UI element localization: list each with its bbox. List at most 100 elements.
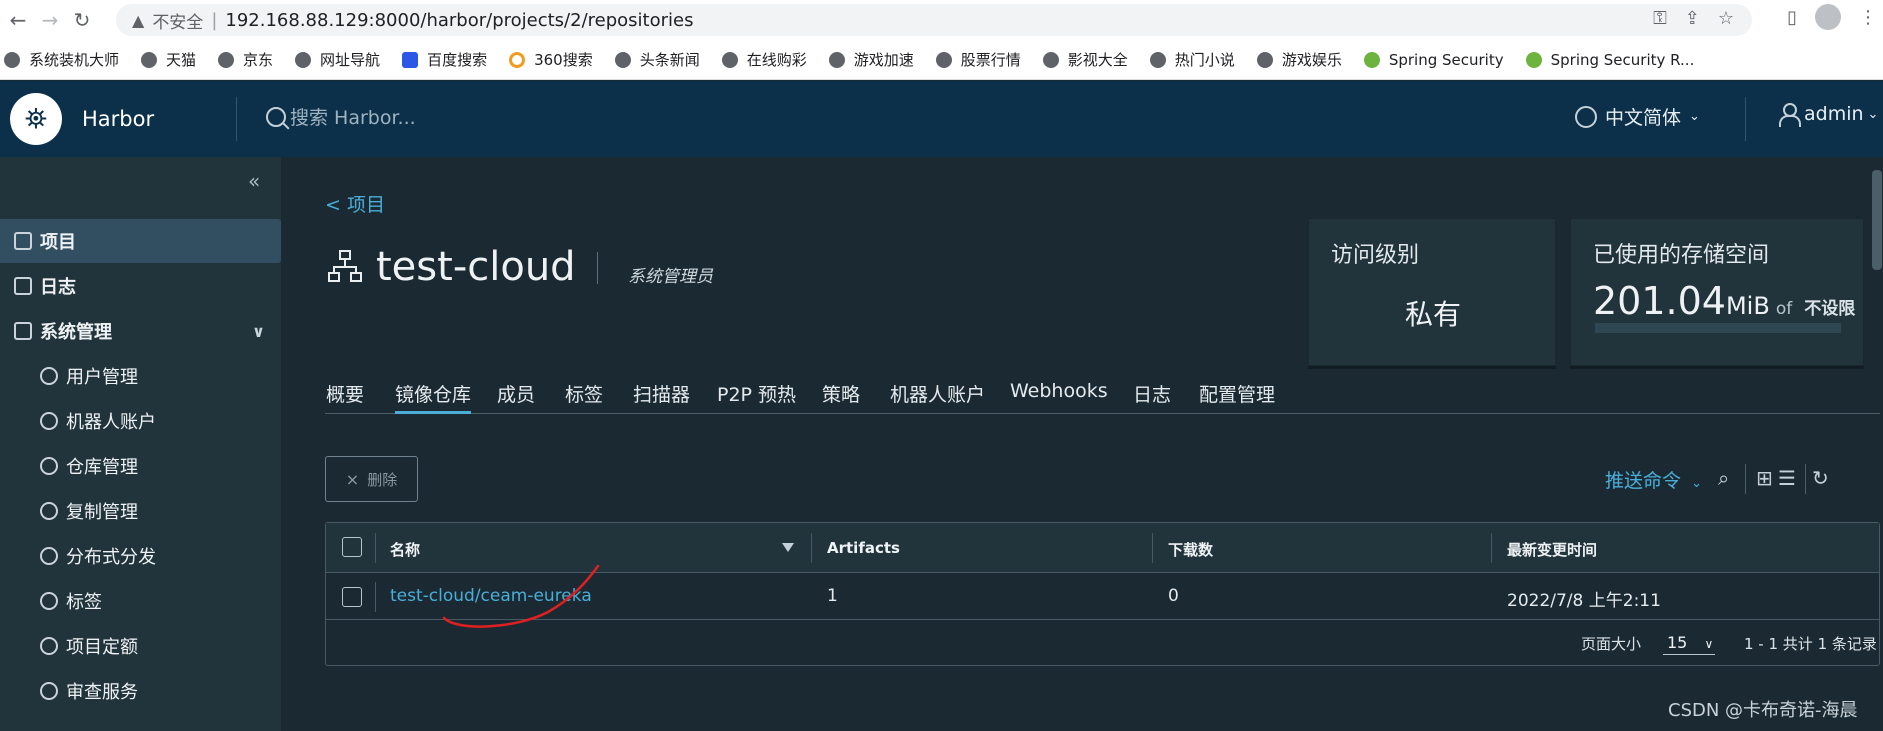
chevron-down-icon: ⌄ <box>1691 476 1702 491</box>
back-to-projects-link[interactable]: < 项目 <box>325 190 385 217</box>
column-name[interactable]: 名称 <box>390 539 420 560</box>
bookmark-item[interactable]: 头条新闻 <box>614 49 700 70</box>
tab-summary[interactable]: 概要 <box>326 380 364 414</box>
key-icon[interactable]: ⚿ <box>1653 8 1667 29</box>
refresh-icon[interactable]: ↻ <box>1812 466 1829 490</box>
bookmark-item[interactable]: 在线购彩 <box>721 49 807 70</box>
sidebar-item-replications[interactable]: 复制管理 <box>0 489 281 533</box>
sidebar-item-logs[interactable]: 日志 <box>0 264 281 308</box>
sidebar-item-labels[interactable]: 标签 <box>0 579 281 623</box>
bookmark-item[interactable]: 游戏加速 <box>828 49 914 70</box>
user-icon <box>1778 103 1801 127</box>
reload-icon[interactable]: ↻ <box>68 6 96 34</box>
share-icon <box>40 547 58 565</box>
project-tabs: 概要 镜像仓库 成员 标签 扫描器 P2P 预热 策略 机器人账户 Webhoo… <box>325 374 1880 414</box>
column-updated[interactable]: 最新变更时间 <box>1507 539 1597 560</box>
storage-card: 已使用的存储空间 201.04MiB of 不设限 <box>1570 218 1864 366</box>
access-level-label: 访问级别 <box>1331 243 1420 268</box>
project-title: test-cloud <box>376 244 576 290</box>
bookmark-item[interactable]: 游戏娱乐 <box>1256 49 1342 70</box>
tab-members[interactable]: 成员 <box>497 380 535 414</box>
sidebar-item-users[interactable]: 用户管理 <box>0 354 281 398</box>
column-divider <box>375 533 376 563</box>
user-menu[interactable]: admin ⌄ <box>1778 103 1879 127</box>
access-level-value: 私有 <box>1405 298 1462 331</box>
star-icon[interactable]: ☆ <box>1718 8 1734 29</box>
bookmark-item[interactable]: 360搜索 <box>509 49 593 70</box>
harbor-logo-icon[interactable]: ⛯ <box>10 93 62 145</box>
search-input[interactable]: 搜索 Harbor... <box>290 103 416 130</box>
global-search[interactable]: 搜索 Harbor... <box>266 103 416 130</box>
sidebar-item-robot-accounts[interactable]: 机器人账户 <box>0 399 281 443</box>
address-bar[interactable]: ▲ 不安全 | 192.168.88.129:8000/harbor/proje… <box>116 4 1752 36</box>
sidebar-item-project-quotas[interactable]: 项目定额 <box>0 624 281 668</box>
sidebar-item-registries[interactable]: 仓库管理 <box>0 444 281 488</box>
tab-labels[interactable]: 标签 <box>565 380 603 414</box>
column-downloads[interactable]: 下载数 <box>1168 539 1213 560</box>
bookmark-item[interactable]: 系统装机大师 <box>4 49 119 70</box>
globe-icon <box>828 51 845 68</box>
users-icon <box>40 367 58 385</box>
tab-policy[interactable]: 策略 <box>822 380 860 414</box>
spring-icon <box>1363 51 1380 68</box>
globe-icon <box>141 51 158 68</box>
page-size-label: 页面大小 <box>1581 635 1642 653</box>
bookmark-item[interactable]: Spring Security <box>1363 51 1504 69</box>
sidebar-item-projects[interactable]: 项目 <box>0 219 281 263</box>
bookmark-item[interactable]: 百度搜索 <box>402 49 487 70</box>
shield-icon <box>40 682 58 700</box>
language-selector[interactable]: 中文简体 ⌄ <box>1575 103 1700 130</box>
tab-p2p-preheat[interactable]: P2P 预热 <box>717 380 796 414</box>
globe-icon <box>721 51 738 68</box>
tab-scanner[interactable]: 扫描器 <box>633 380 690 414</box>
page-scrollbar[interactable] <box>1872 170 1882 270</box>
chevron-down-icon: ⌄ <box>1867 106 1879 122</box>
chevron-down-icon: ⌄ <box>1689 109 1700 124</box>
registry-icon <box>40 457 58 475</box>
download-count: 0 <box>1168 586 1179 606</box>
chevron-down-icon: ∨ <box>252 321 265 341</box>
push-command-dropdown[interactable]: 推送命令 ⌄ <box>1605 466 1702 493</box>
bookmark-item[interactable]: Spring Security R... <box>1525 51 1694 69</box>
language-label: 中文简体 <box>1605 107 1682 129</box>
select-all-checkbox[interactable] <box>342 537 362 557</box>
share-icon[interactable]: ⇪ <box>1685 8 1700 29</box>
bookmark-item[interactable]: 股票行情 <box>935 49 1021 70</box>
page-size-select[interactable]: 15 ∨ <box>1663 629 1715 655</box>
bookmark-item[interactable]: 网址导航 <box>295 49 380 70</box>
tab-logs[interactable]: 日志 <box>1133 380 1171 414</box>
close-icon: × <box>345 469 360 489</box>
back-arrow-icon[interactable]: ← <box>4 6 32 34</box>
tab-robot-accounts[interactable]: 机器人账户 <box>890 380 985 414</box>
tab-configuration[interactable]: 配置管理 <box>1199 380 1275 414</box>
tab-webhooks[interactable]: Webhooks <box>1010 380 1108 414</box>
tab-repositories[interactable]: 镜像仓库 <box>395 380 472 414</box>
globe-icon <box>1042 51 1059 68</box>
sidebar-item-administration[interactable]: 系统管理 ∨ <box>0 309 281 353</box>
list-view-icon[interactable]: ☰ <box>1778 466 1796 490</box>
filter-icon[interactable] <box>782 543 794 552</box>
collapse-sidebar-icon[interactable]: « <box>248 169 260 193</box>
row-checkbox[interactable] <box>342 587 362 607</box>
grid-view-icon[interactable]: ⊞ <box>1756 466 1773 490</box>
sidebar-item-distributions[interactable]: 分布式分发 <box>0 534 281 578</box>
paw-icon <box>402 51 419 68</box>
bookmark-item[interactable]: 京东 <box>218 49 273 70</box>
menu-icon[interactable]: ⋮ <box>1859 7 1877 28</box>
harbor-header: ⛯ Harbor 搜索 Harbor... 中文简体 ⌄ admin ⌄ <box>0 81 1883 157</box>
forward-arrow-icon[interactable]: → <box>36 6 64 34</box>
project-role: 系统管理员 <box>628 267 713 287</box>
search-icon[interactable]: ⌕ <box>1718 466 1729 490</box>
robot-icon <box>40 412 58 430</box>
bookmark-item[interactable]: 天猫 <box>141 49 196 70</box>
delete-button[interactable]: × 删除 <box>325 456 418 502</box>
bookmark-item[interactable]: 热门小说 <box>1149 49 1235 70</box>
sidepanel-icon[interactable]: ▯ <box>1787 7 1797 28</box>
column-artifacts[interactable]: Artifacts <box>827 539 900 557</box>
profile-avatar[interactable] <box>1815 4 1841 30</box>
sidebar-item-interrogation-services[interactable]: 审查服务 <box>0 669 281 713</box>
artifacts-count: 1 <box>827 586 838 606</box>
column-divider <box>1491 533 1492 563</box>
brand-name[interactable]: Harbor <box>82 107 154 131</box>
bookmark-item[interactable]: 影视大全 <box>1042 49 1128 70</box>
